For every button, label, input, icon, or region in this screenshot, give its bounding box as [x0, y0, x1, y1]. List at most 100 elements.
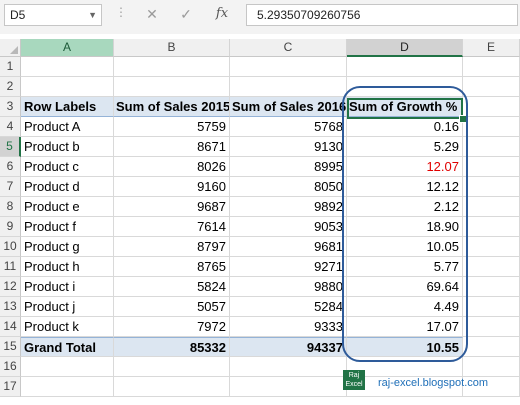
- cell-e[interactable]: [463, 317, 520, 337]
- cell-label[interactable]: Product g: [21, 237, 114, 257]
- cell-d[interactable]: [347, 77, 463, 97]
- cell-label[interactable]: Product f: [21, 217, 114, 237]
- cell-b[interactable]: Sum of Sales 2015: [114, 97, 230, 117]
- row-header[interactable]: 6: [0, 157, 21, 177]
- row-header[interactable]: 17: [0, 377, 21, 397]
- cell-b[interactable]: 7614: [114, 217, 230, 237]
- name-box[interactable]: D5 ▼: [4, 4, 102, 26]
- cell-e[interactable]: [463, 97, 520, 117]
- cell-b[interactable]: 9687: [114, 197, 230, 217]
- cell-label[interactable]: Product i: [21, 277, 114, 297]
- cell-d[interactable]: [347, 57, 463, 77]
- row-header[interactable]: 5: [0, 137, 21, 157]
- row-header[interactable]: 10: [0, 237, 21, 257]
- cell-label[interactable]: Product k: [21, 317, 114, 337]
- cell-c[interactable]: 9880: [230, 277, 347, 297]
- cell-c[interactable]: [230, 77, 347, 97]
- cell-e[interactable]: [463, 57, 520, 77]
- column-header-a[interactable]: A: [21, 39, 114, 57]
- cell-label[interactable]: [21, 377, 114, 397]
- cell-d[interactable]: 0.16: [347, 117, 463, 137]
- cell-d[interactable]: 12.12: [347, 177, 463, 197]
- row-header[interactable]: 7: [0, 177, 21, 197]
- cell-d[interactable]: 5.77: [347, 257, 463, 277]
- cell-b[interactable]: 5759: [114, 117, 230, 137]
- column-header-d[interactable]: D: [347, 39, 463, 57]
- cell-b[interactable]: [114, 77, 230, 97]
- cell-d[interactable]: 4.49: [347, 297, 463, 317]
- cell-c[interactable]: [230, 377, 347, 397]
- cell-label[interactable]: Product A: [21, 117, 114, 137]
- cell-e[interactable]: [463, 337, 520, 357]
- cell-label[interactable]: Product h: [21, 257, 114, 277]
- cell-d[interactable]: 18.90: [347, 217, 463, 237]
- row-header[interactable]: 1: [0, 57, 21, 77]
- row-header[interactable]: 3: [0, 97, 21, 117]
- cell-d[interactable]: 12.07: [347, 157, 463, 177]
- cell-c[interactable]: 5768: [230, 117, 347, 137]
- cell-c[interactable]: 9053: [230, 217, 347, 237]
- cell-label[interactable]: Grand Total: [21, 337, 114, 357]
- cell-b[interactable]: 85332: [114, 337, 230, 357]
- cell-e[interactable]: [463, 357, 520, 377]
- cell-b[interactable]: 5057: [114, 297, 230, 317]
- cell-c[interactable]: 8050: [230, 177, 347, 197]
- row-header[interactable]: 11: [0, 257, 21, 277]
- formula-input[interactable]: 5.29350709260756: [246, 4, 518, 26]
- cell-b[interactable]: 9160: [114, 177, 230, 197]
- cell-label[interactable]: Product c: [21, 157, 114, 177]
- column-header-b[interactable]: B: [114, 39, 230, 57]
- cell-label[interactable]: Row Labels▼: [21, 97, 114, 117]
- cell-b[interactable]: 5824: [114, 277, 230, 297]
- cell-c[interactable]: 8995: [230, 157, 347, 177]
- cell-label[interactable]: Product d: [21, 177, 114, 197]
- row-header[interactable]: 4: [0, 117, 21, 137]
- cell-b[interactable]: 8026: [114, 157, 230, 177]
- cell-c[interactable]: [230, 357, 347, 377]
- cell-d[interactable]: Sum of Growth %: [347, 97, 463, 117]
- cell-d[interactable]: 5.29: [347, 137, 463, 157]
- chevron-down-icon[interactable]: ▼: [88, 5, 97, 25]
- cell-e[interactable]: [463, 277, 520, 297]
- cell-label[interactable]: Product b: [21, 137, 114, 157]
- cell-b[interactable]: 8671: [114, 137, 230, 157]
- cancel-icon[interactable]: ✕: [144, 6, 160, 23]
- cell-e[interactable]: [463, 137, 520, 157]
- select-all-corner[interactable]: [0, 39, 21, 57]
- cell-d[interactable]: 10.05: [347, 237, 463, 257]
- cell-e[interactable]: [463, 297, 520, 317]
- cell-d[interactable]: 69.64: [347, 277, 463, 297]
- cell-d[interactable]: 2.12: [347, 197, 463, 217]
- cell-b[interactable]: [114, 377, 230, 397]
- cell-label[interactable]: [21, 357, 114, 377]
- cell-c[interactable]: 9130: [230, 137, 347, 157]
- cell-c[interactable]: 9271: [230, 257, 347, 277]
- cell-e[interactable]: [463, 117, 520, 137]
- enter-check-icon[interactable]: ✓: [178, 6, 194, 23]
- cell-b[interactable]: [114, 57, 230, 77]
- cell-c[interactable]: 9892: [230, 197, 347, 217]
- cell-label[interactable]: Product j: [21, 297, 114, 317]
- cell-c[interactable]: 9333: [230, 317, 347, 337]
- fill-handle[interactable]: [459, 115, 467, 123]
- column-header-e[interactable]: E: [463, 39, 520, 57]
- cell-e[interactable]: [463, 257, 520, 277]
- cell-d[interactable]: 17.07: [347, 317, 463, 337]
- cell-e[interactable]: [463, 237, 520, 257]
- row-header[interactable]: 8: [0, 197, 21, 217]
- cell-e[interactable]: [463, 77, 520, 97]
- row-header[interactable]: 12: [0, 277, 21, 297]
- cell-c[interactable]: [230, 57, 347, 77]
- row-header[interactable]: 9: [0, 217, 21, 237]
- row-header[interactable]: 16: [0, 357, 21, 377]
- cell-label[interactable]: Product e: [21, 197, 114, 217]
- cell-b[interactable]: [114, 357, 230, 377]
- cell-c[interactable]: 94337: [230, 337, 347, 357]
- row-header[interactable]: 13: [0, 297, 21, 317]
- cell-b[interactable]: 8765: [114, 257, 230, 277]
- row-header[interactable]: 14: [0, 317, 21, 337]
- cell-e[interactable]: [463, 157, 520, 177]
- cell-b[interactable]: 8797: [114, 237, 230, 257]
- column-header-c[interactable]: C: [230, 39, 347, 57]
- insert-function-icon[interactable]: fx: [214, 6, 230, 21]
